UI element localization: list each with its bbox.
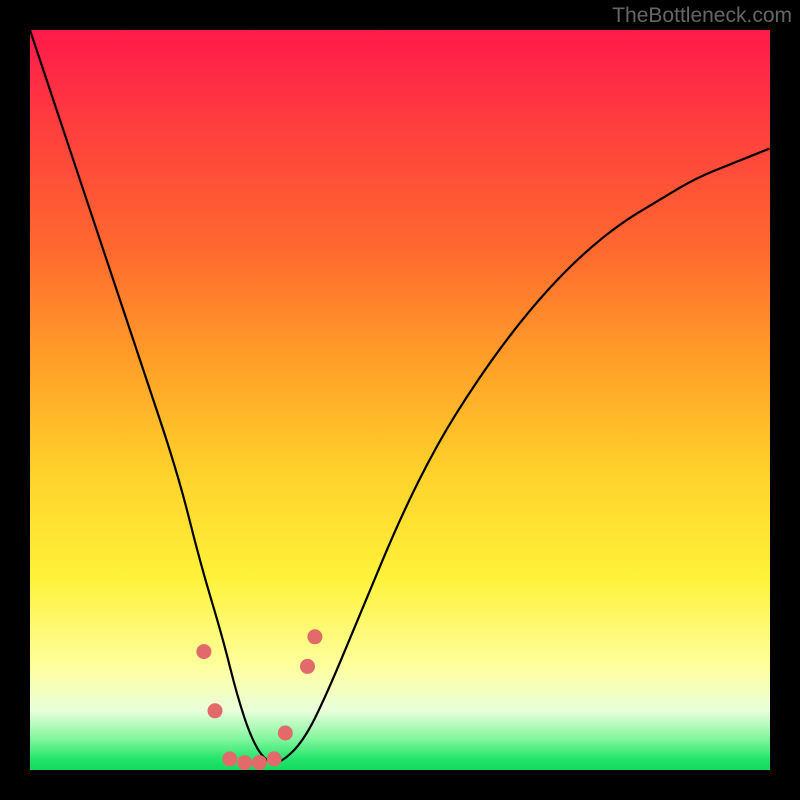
data-dot: [307, 629, 322, 644]
plot-area: [30, 30, 770, 770]
data-dot: [222, 751, 237, 766]
data-dot: [252, 755, 267, 770]
bottleneck-curve: [30, 30, 770, 763]
chart-frame: TheBottleneck.com: [0, 0, 800, 800]
data-dot: [278, 726, 293, 741]
data-dot: [237, 755, 252, 770]
data-dot: [196, 644, 211, 659]
curve-overlay: [30, 30, 770, 770]
data-dot: [267, 751, 282, 766]
data-dot: [300, 659, 315, 674]
data-dots: [196, 629, 322, 770]
attribution-label: TheBottleneck.com: [612, 4, 792, 28]
data-dot: [208, 703, 223, 718]
